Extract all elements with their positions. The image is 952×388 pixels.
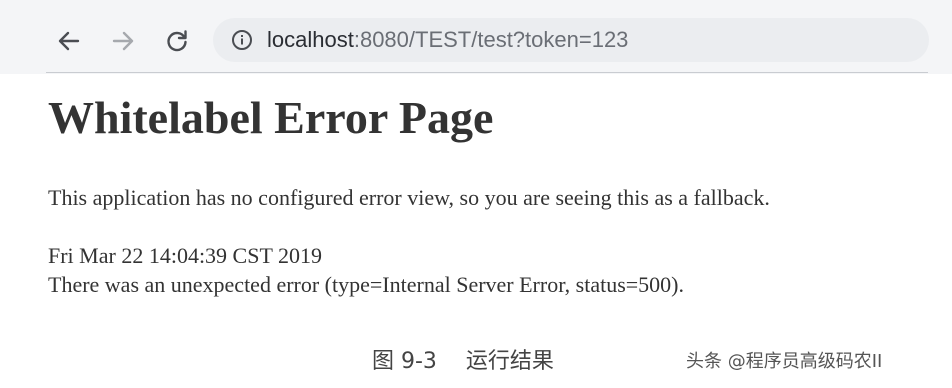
toolbar-divider xyxy=(46,72,928,73)
forward-button[interactable] xyxy=(106,24,140,58)
address-bar[interactable]: localhost:8080/TEST/test?token=123 xyxy=(213,18,929,62)
info-icon[interactable] xyxy=(231,29,253,51)
reload-button[interactable] xyxy=(160,24,194,58)
url-path: :8080/TEST/test?token=123 xyxy=(353,27,629,52)
error-detail: There was an unexpected error (type=Inte… xyxy=(48,272,685,297)
url-host: localhost xyxy=(267,27,354,52)
arrow-right-icon xyxy=(112,31,134,51)
watermark: 头条 @程序员高级码农II xyxy=(686,351,883,372)
arrow-left-icon xyxy=(58,31,80,51)
url-text[interactable]: localhost:8080/TEST/test?token=123 xyxy=(267,24,628,56)
page-title: Whitelabel Error Page xyxy=(48,92,494,143)
back-button[interactable] xyxy=(52,24,86,58)
error-timestamp: Fri Mar 22 14:04:39 CST 2019 xyxy=(48,243,323,268)
browser-toolbar: localhost:8080/TEST/test?token=123 xyxy=(0,0,952,74)
error-message: This application has no configured error… xyxy=(48,185,770,210)
figure-caption: 图 9-3 运行结果 xyxy=(372,349,554,374)
reload-icon xyxy=(167,30,187,52)
